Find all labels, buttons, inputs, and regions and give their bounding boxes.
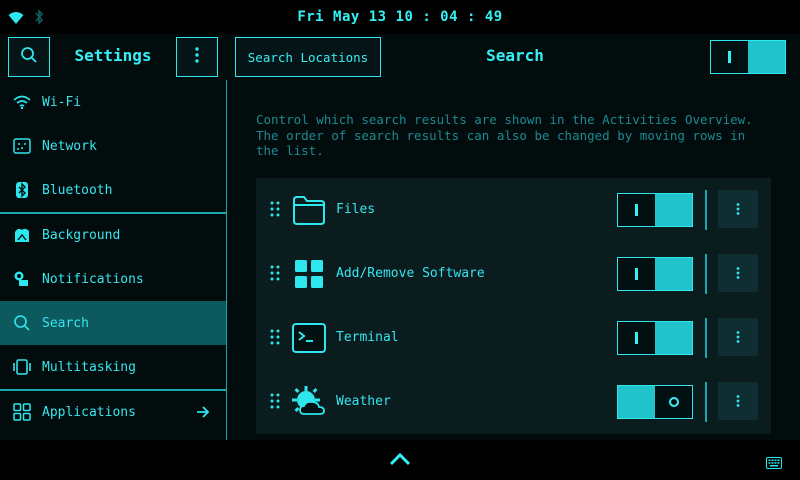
keyboard-icon[interactable] [766,454,782,473]
sidebar-item-multitasking[interactable]: Multitasking [0,345,226,389]
list-item-add-remove-software[interactable]: Add/Remove Software [256,242,771,306]
sidebar-item-wifi[interactable]: Wi-Fi [0,80,226,124]
search-icon [12,313,32,333]
kebab-menu-icon [736,264,740,283]
search-locations-button[interactable]: Search Locations [235,37,381,77]
header-bar: Settings Search Locations Search [0,34,800,80]
search-settings-panel: Control which search results are shown i… [228,80,800,440]
provider-toggle[interactable] [617,257,693,291]
weather-icon [292,385,326,419]
software-grid-icon [292,257,326,291]
drag-handle-icon[interactable] [270,329,280,349]
sidebar-item-label: Wi-Fi [42,94,82,110]
provider-name: Add/Remove Software [336,266,485,281]
terminal-icon [292,321,326,355]
sidebar-item-background[interactable]: Background [0,213,226,257]
notifications-icon [12,269,32,289]
sidebar-item-label: Bluetooth [42,182,113,198]
search-providers-list: Files Add/Remove Software Terminal Weath… [256,178,771,434]
row-menu-button[interactable] [718,318,758,356]
settings-menu-button[interactable] [176,37,218,77]
drag-handle-icon[interactable] [270,201,280,221]
provider-toggle[interactable] [617,321,693,355]
bottom-bar [0,440,800,480]
chevron-up-icon[interactable] [389,451,411,470]
sidebar: Wi-Fi Network Bluetooth Background Notif… [0,80,227,440]
sidebar-item-label: Applications [42,404,136,420]
kebab-menu-icon [195,47,199,67]
kebab-menu-icon [736,392,740,411]
row-menu-button[interactable] [718,190,758,228]
page-title: Search [486,46,544,65]
sidebar-item-search[interactable]: Search [0,301,226,345]
top-bar: Fri May 13 10 : 04 : 49 [0,0,800,34]
sidebar-item-network[interactable]: Network [0,124,226,168]
row-separator [705,254,707,294]
list-item-weather[interactable]: Weather [256,370,771,434]
folder-icon [292,193,326,227]
sidebar-item-label: Notifications [42,271,144,287]
sidebar-item-label: Search [42,315,89,331]
row-separator [705,382,707,422]
drag-handle-icon[interactable] [270,265,280,285]
sidebar-item-label: Network [42,138,97,154]
sidebar-item-label: Multitasking [42,359,136,375]
settings-title: Settings [74,46,152,65]
background-icon [12,225,32,245]
list-item-terminal[interactable]: Terminal [256,306,771,370]
sidebar-item-notifications[interactable]: Notifications [0,257,226,301]
search-button[interactable] [8,37,50,77]
search-description: Control which search results are shown i… [256,112,753,158]
kebab-menu-icon [736,200,740,219]
provider-name: Files [336,202,376,217]
row-menu-button[interactable] [718,254,758,292]
search-icon [20,46,38,68]
clock[interactable]: Fri May 13 10 : 04 : 49 [0,9,800,25]
arrow-right-icon [196,405,210,423]
sidebar-item-label: Background [42,227,121,243]
row-separator [705,318,707,358]
network-icon [12,136,32,156]
row-menu-button[interactable] [718,382,758,420]
applications-icon [12,402,32,422]
list-item-files[interactable]: Files [256,178,771,242]
search-master-toggle[interactable] [710,40,786,74]
sidebar-item-bluetooth[interactable]: Bluetooth [0,168,226,212]
provider-name: Weather [336,394,391,409]
provider-toggle[interactable] [617,385,693,419]
drag-handle-icon[interactable] [270,393,280,413]
kebab-menu-icon [736,328,740,347]
provider-toggle[interactable] [617,193,693,227]
provider-name: Terminal [336,330,399,345]
multitasking-icon [12,357,32,377]
wifi-icon [12,92,32,112]
sidebar-item-applications[interactable]: Applications [0,390,226,434]
bluetooth-icon [12,180,32,200]
row-separator [705,190,707,230]
